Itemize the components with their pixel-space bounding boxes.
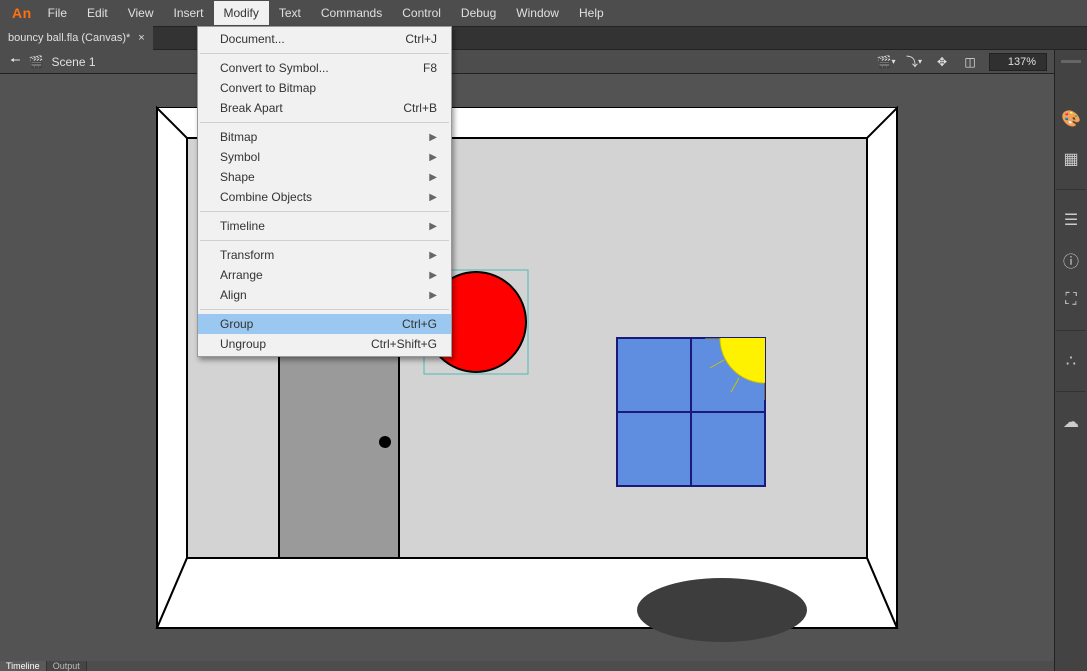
menu-item-timeline[interactable]: Timeline▶ — [198, 216, 451, 236]
right-dock: 🎨 ▦ ☰ ⓘ ⛶ ∴ ☁ — [1054, 50, 1087, 671]
palette-icon[interactable]: 🎨 — [1061, 109, 1081, 129]
menu-item-break-apart[interactable]: Break ApartCtrl+B — [198, 98, 451, 118]
menu-item-symbol[interactable]: Symbol▶ — [198, 147, 451, 167]
clip-icon[interactable]: ◫ — [961, 53, 979, 71]
close-icon[interactable]: × — [138, 32, 144, 44]
workspace — [0, 74, 1054, 661]
menu-item-shape[interactable]: Shape▶ — [198, 167, 451, 187]
center-icon[interactable]: ✥ — [933, 53, 951, 71]
submenu-arrow-icon: ▶ — [429, 290, 437, 301]
menu-item-convert-to-symbol[interactable]: Convert to Symbol...F8 — [198, 58, 451, 78]
menu-item-label: Symbol — [220, 150, 429, 164]
menu-item-label: Transform — [220, 248, 429, 262]
menu-shortcut: Ctrl+J — [405, 32, 437, 46]
menu-shortcut: Ctrl+B — [403, 101, 437, 115]
document-tab[interactable]: bouncy ball.fla (Canvas)* × — [0, 26, 153, 50]
menu-view[interactable]: View — [118, 1, 164, 25]
menu-item-label: Ungroup — [220, 337, 371, 351]
menu-item-label: Timeline — [220, 219, 429, 233]
menu-shortcut: Ctrl+G — [402, 317, 437, 331]
menu-item-ungroup[interactable]: UngroupCtrl+Shift+G — [198, 334, 451, 354]
dock-handle[interactable] — [1061, 60, 1081, 63]
menu-separator — [200, 53, 449, 54]
menu-text[interactable]: Text — [269, 1, 311, 25]
menu-edit[interactable]: Edit — [77, 1, 118, 25]
menu-item-combine-objects[interactable]: Combine Objects▶ — [198, 187, 451, 207]
menu-shortcut: F8 — [423, 61, 437, 75]
info-icon[interactable]: ⓘ — [1061, 250, 1081, 270]
submenu-arrow-icon: ▶ — [429, 192, 437, 203]
submenu-arrow-icon: ▶ — [429, 221, 437, 232]
scene-name[interactable]: Scene 1 — [51, 55, 95, 69]
menu-item-label: Arrange — [220, 268, 429, 282]
bottom-tabs: Timeline Output — [0, 661, 87, 671]
tab-name: bouncy ball.fla (Canvas)* — [8, 32, 130, 44]
menu-items: FileEditViewInsertModifyTextCommandsCont… — [38, 1, 614, 25]
submenu-arrow-icon: ▶ — [429, 132, 437, 143]
bottom-tab-timeline[interactable]: Timeline — [0, 661, 47, 671]
submenu-arrow-icon: ▶ — [429, 172, 437, 183]
submenu-arrow-icon: ▶ — [429, 250, 437, 261]
menu-debug[interactable]: Debug — [451, 1, 506, 25]
menu-item-label: Bitmap — [220, 130, 429, 144]
brushes-icon[interactable]: ∴ — [1061, 351, 1081, 371]
submenu-arrow-icon: ▶ — [429, 270, 437, 281]
zoom-value[interactable]: 137% — [989, 53, 1047, 71]
align-panel-icon[interactable]: ☰ — [1061, 210, 1081, 230]
menu-item-bitmap[interactable]: Bitmap▶ — [198, 127, 451, 147]
menu-item-group[interactable]: GroupCtrl+G — [198, 314, 451, 334]
cc-libs-icon[interactable]: ☁ — [1061, 412, 1081, 432]
menu-item-convert-to-bitmap[interactable]: Convert to Bitmap — [198, 78, 451, 98]
transform-icon[interactable]: ⛶ — [1061, 290, 1081, 310]
menu-window[interactable]: Window — [506, 1, 569, 25]
menu-item-label: Convert to Bitmap — [220, 81, 437, 95]
menu-item-arrange[interactable]: Arrange▶ — [198, 265, 451, 285]
menu-item-label: Break Apart — [220, 101, 403, 115]
menu-item-align[interactable]: Align▶ — [198, 285, 451, 305]
menu-separator — [200, 309, 449, 310]
menu-item-transform[interactable]: Transform▶ — [198, 245, 451, 265]
menu-separator — [200, 211, 449, 212]
swatches-icon[interactable]: ▦ — [1061, 149, 1081, 169]
hand-rotate-icon[interactable]: ⤵▾ — [905, 53, 923, 71]
menu-separator — [200, 240, 449, 241]
menu-modify[interactable]: Modify — [214, 1, 269, 25]
back-arrow-icon[interactable]: 🠔 — [10, 51, 21, 72]
app-logo: An — [6, 5, 38, 21]
modify-dropdown: Document...Ctrl+JConvert to Symbol...F8C… — [197, 26, 452, 357]
menu-item-label: Convert to Symbol... — [220, 61, 423, 75]
menu-item-label: Group — [220, 317, 402, 331]
menu-shortcut: Ctrl+Shift+G — [371, 337, 437, 351]
menu-item-document[interactable]: Document...Ctrl+J — [198, 29, 451, 49]
menu-item-label: Shape — [220, 170, 429, 184]
scene-clapper-icon: 🎬 — [29, 55, 44, 69]
menu-control[interactable]: Control — [392, 1, 451, 25]
menu-separator — [200, 122, 449, 123]
menu-commands[interactable]: Commands — [311, 1, 392, 25]
tabbar: bouncy ball.fla (Canvas)* × — [0, 26, 1087, 50]
menu-item-label: Document... — [220, 32, 405, 46]
menubar: An FileEditViewInsertModifyTextCommandsC… — [0, 0, 1087, 26]
menu-item-label: Combine Objects — [220, 190, 429, 204]
menu-help[interactable]: Help — [569, 1, 614, 25]
scene-tools: 🎬▾ ⤵▾ ✥ ◫ 137% ▾ — [877, 52, 1077, 72]
submenu-arrow-icon: ▶ — [429, 152, 437, 163]
clapper-menu-icon[interactable]: 🎬▾ — [877, 53, 895, 71]
bottom-tab-output[interactable]: Output — [47, 661, 87, 671]
menu-file[interactable]: File — [38, 1, 77, 25]
menu-item-label: Align — [220, 288, 429, 302]
menu-insert[interactable]: Insert — [164, 1, 214, 25]
scene-bar: 🠔 🎬 Scene 1 🎬▾ ⤵▾ ✥ ◫ 137% ▾ — [0, 50, 1087, 74]
